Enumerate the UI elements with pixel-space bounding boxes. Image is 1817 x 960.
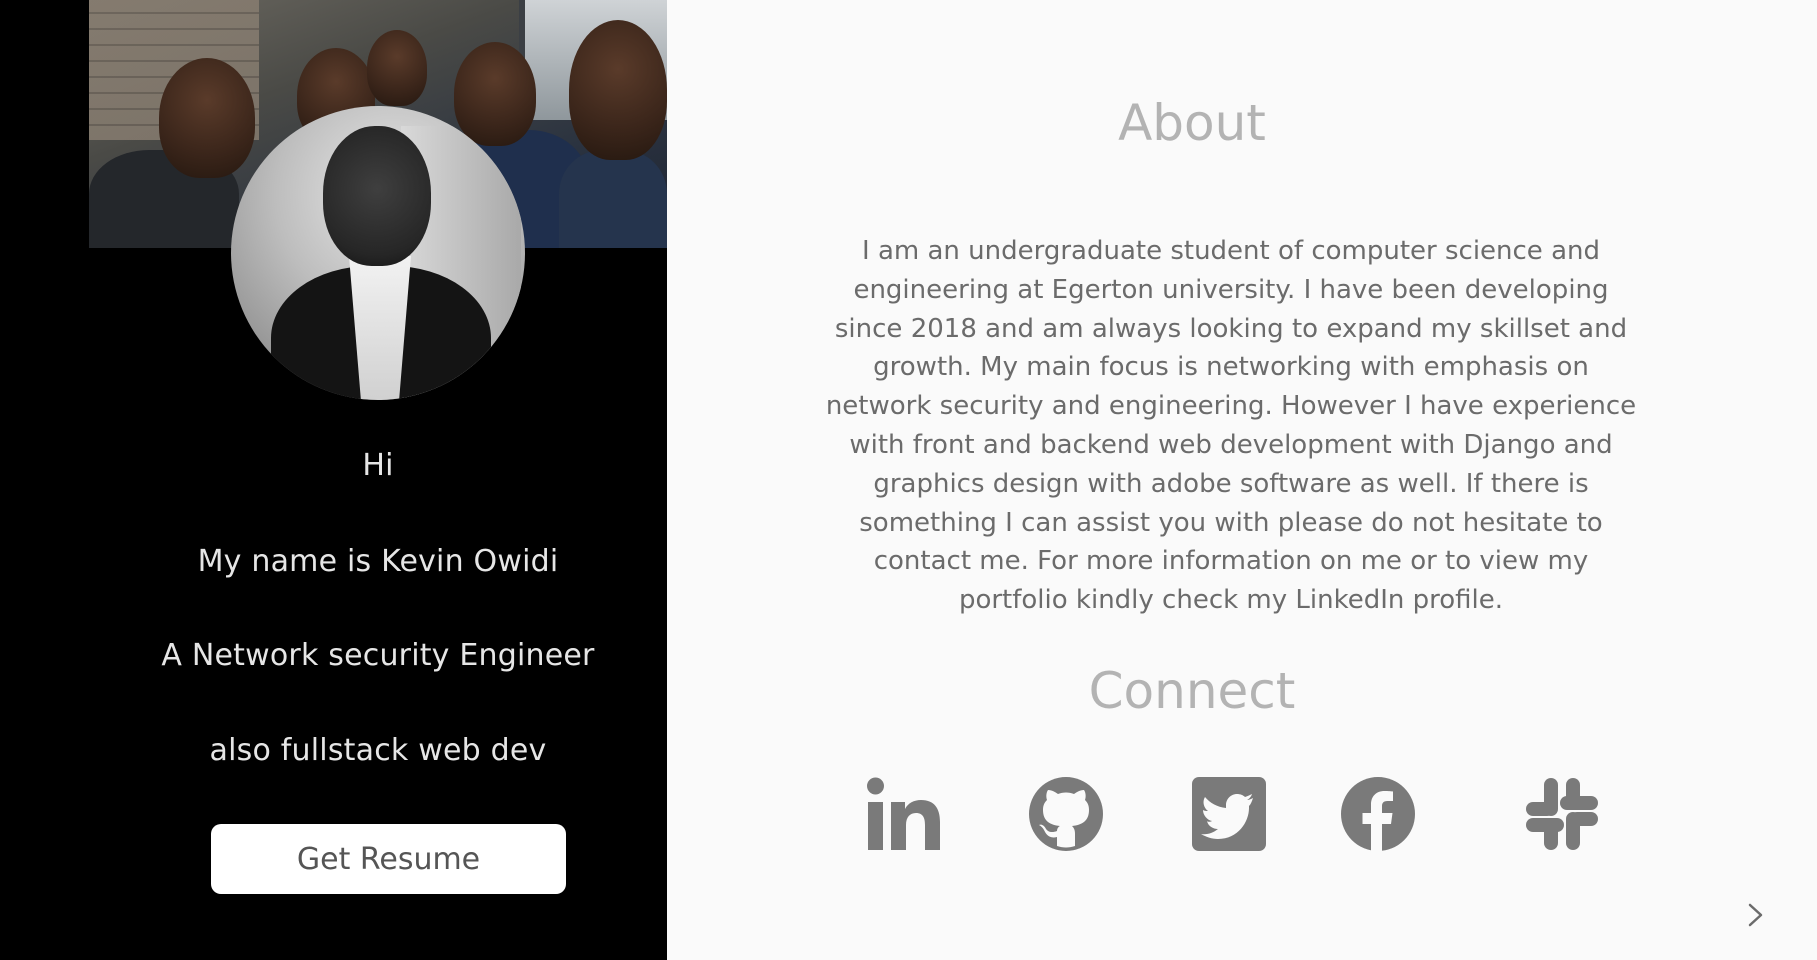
- profile-panel: Hi My name is Kevin Owidi A Network secu…: [0, 0, 667, 960]
- linkedin-icon: [866, 776, 942, 852]
- twitter-icon: [1191, 776, 1267, 852]
- page: Hi My name is Kevin Owidi A Network secu…: [0, 0, 1817, 960]
- twitter-link[interactable]: [1191, 776, 1267, 852]
- slack-link[interactable]: [1524, 776, 1600, 852]
- next-arrow-button[interactable]: [1741, 897, 1771, 933]
- about-heading: About: [1118, 94, 1266, 152]
- role-text: A Network security Engineer: [161, 638, 595, 673]
- about-paragraph: I am an undergraduate student of compute…: [825, 236, 1637, 616]
- chevron-right-icon: [1741, 897, 1771, 933]
- facebook-link[interactable]: [1340, 776, 1416, 852]
- github-link[interactable]: [1028, 776, 1104, 852]
- greeting-text: Hi: [362, 448, 394, 483]
- name-text: My name is Kevin Owidi: [197, 544, 559, 579]
- avatar: [231, 106, 525, 400]
- github-icon: [1028, 776, 1104, 852]
- facebook-icon: [1340, 776, 1416, 852]
- linkedin-link[interactable]: [866, 776, 942, 852]
- get-resume-button[interactable]: Get Resume: [211, 824, 566, 894]
- subtitle-text: also fullstack web dev: [209, 733, 547, 768]
- slack-icon: [1524, 776, 1600, 852]
- connect-heading: Connect: [1088, 662, 1296, 720]
